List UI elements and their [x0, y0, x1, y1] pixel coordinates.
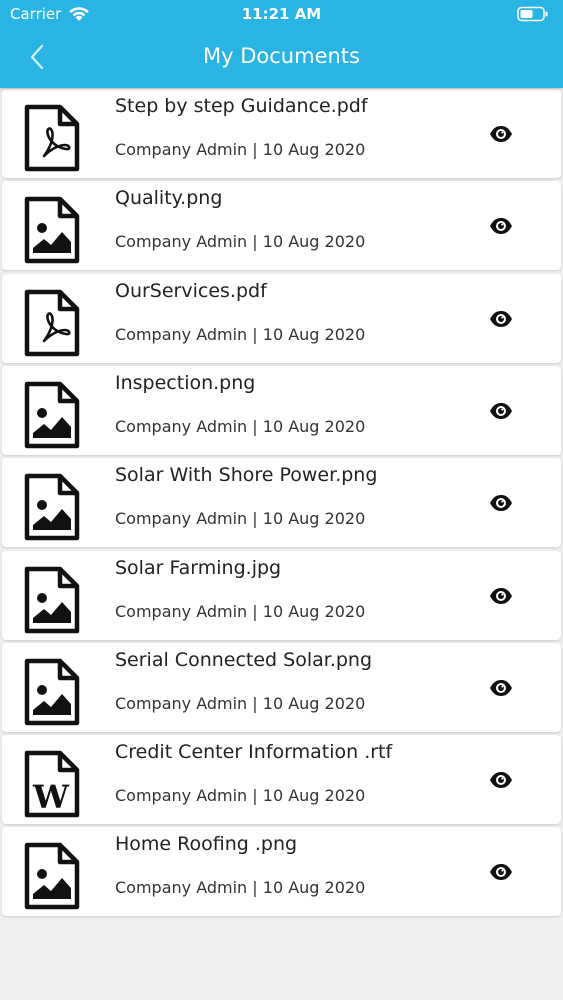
document-meta: Company Admin | 10 Aug 2020 [115, 693, 366, 713]
eye-icon[interactable] [489, 494, 513, 512]
document-meta: Company Admin | 10 Aug 2020 [115, 878, 366, 898]
image-file-icon [24, 843, 80, 910]
app-header: Carrier 11:21 AM My Documents [0, 0, 563, 88]
document-meta: Company Admin | 10 Aug 2020 [115, 232, 366, 252]
eye-icon[interactable] [489, 217, 513, 235]
document-card[interactable]: Solar Farming.jpg Company Admin | 10 Aug… [2, 550, 561, 640]
word-file-icon: W [24, 750, 80, 818]
document-meta: Company Admin | 10 Aug 2020 [115, 140, 366, 159]
document-meta: Company Admin | 10 Aug 2020 [115, 509, 366, 529]
document-card[interactable]: OurServices.pdf Company Admin | 10 Aug 2… [2, 273, 561, 363]
document-card[interactable]: W Credit Center Information .rtf Company… [2, 735, 561, 825]
document-name: Inspection.png [115, 371, 256, 394]
image-file-icon [24, 473, 80, 541]
document-name: Serial Connected Solar.png [115, 648, 373, 671]
eye-icon[interactable] [489, 310, 513, 328]
eye-icon[interactable] [489, 771, 513, 789]
document-name: OurServices.pdf [115, 279, 267, 302]
status-time: 11:21 AM [241, 5, 322, 23]
page-title: My Documents [203, 44, 360, 68]
document-name: Credit Center Information .rtf [115, 741, 393, 764]
image-file-icon [24, 381, 80, 449]
document-card[interactable]: Step by step Guidance.pdf Company Admin … [2, 89, 561, 178]
image-file-icon [24, 566, 80, 633]
document-meta: Company Admin | 10 Aug 2020 [115, 786, 366, 806]
document-card[interactable]: Solar With Shore Power.png Company Admin… [2, 458, 561, 548]
svg-text:W: W [32, 778, 70, 816]
document-name: Step by step Guidance.pdf [115, 95, 368, 117]
document-meta: Company Admin | 10 Aug 2020 [115, 324, 366, 344]
battery-icon [517, 6, 548, 22]
document-meta: Company Admin | 10 Aug 2020 [115, 601, 366, 621]
document-name: Quality.png [115, 187, 223, 210]
document-name: Solar With Shore Power.png [115, 464, 378, 487]
image-file-icon [24, 197, 80, 264]
document-meta: Company Admin | 10 Aug 2020 [115, 416, 366, 436]
pdf-file-icon [24, 289, 80, 356]
image-file-icon [24, 658, 80, 726]
document-name: Solar Farming.jpg [115, 556, 282, 579]
document-card[interactable]: Home Roofing .png Company Admin | 10 Aug… [2, 827, 561, 917]
document-card[interactable]: Quality.png Company Admin | 10 Aug 2020 [2, 181, 561, 271]
document-card[interactable]: Serial Connected Solar.png Company Admin… [2, 642, 561, 732]
eye-icon[interactable] [489, 402, 513, 420]
eye-icon[interactable] [489, 125, 513, 143]
eye-icon[interactable] [489, 679, 513, 697]
document-name: Home Roofing .png [115, 833, 298, 856]
status-bar: Carrier 11:21 AM [0, 0, 563, 30]
eye-icon[interactable] [489, 863, 513, 881]
eye-icon[interactable] [489, 587, 513, 605]
document-card[interactable]: Inspection.png Company Admin | 10 Aug 20… [2, 365, 561, 455]
pdf-file-icon [24, 104, 80, 172]
